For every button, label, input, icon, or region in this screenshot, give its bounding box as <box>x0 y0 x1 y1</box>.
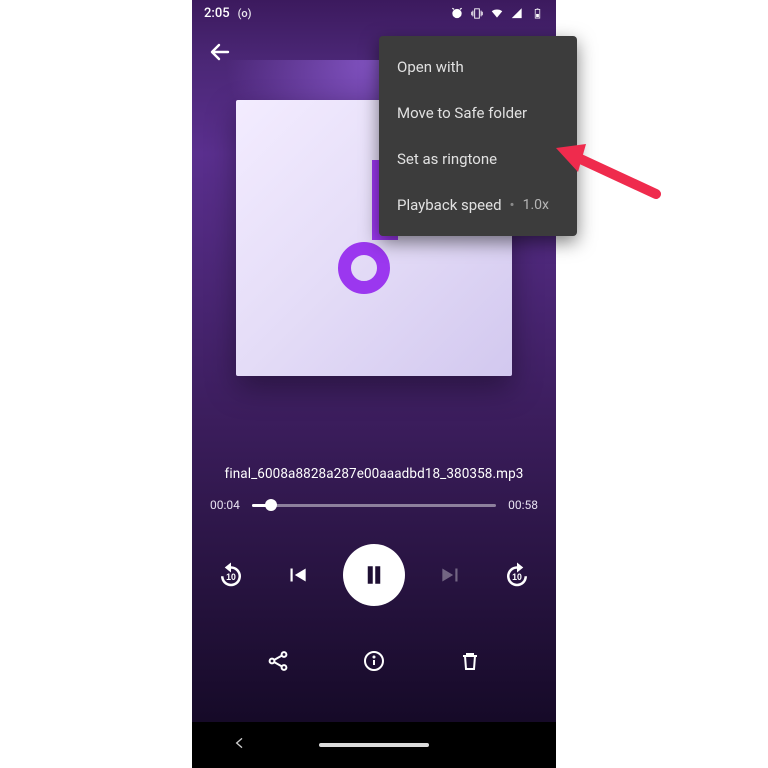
status-time: 2:05 <box>204 6 230 21</box>
share-button[interactable] <box>263 646 293 676</box>
status-bar: 2:05 (o) <box>192 0 556 26</box>
transport-controls: 10 10 <box>192 544 556 606</box>
svg-text:10: 10 <box>226 572 236 582</box>
seek-thumb[interactable] <box>265 499 277 511</box>
menu-open-with-label: Open with <box>397 58 464 76</box>
seek-track[interactable] <box>252 504 496 507</box>
status-left-indicator: (o) <box>238 7 252 20</box>
nav-home-pill[interactable] <box>319 743 429 748</box>
alarm-icon <box>450 6 464 20</box>
overflow-menu: Open with Move to Safe folder Set as rin… <box>379 36 577 236</box>
rewind-10-button[interactable]: 10 <box>211 555 251 595</box>
svg-text:10: 10 <box>512 572 522 582</box>
menu-open-with[interactable]: Open with <box>379 44 577 90</box>
menu-playback-speed-label: Playback speed <box>397 196 502 214</box>
bottom-actions <box>192 646 556 676</box>
next-button[interactable] <box>431 555 471 595</box>
status-right <box>450 6 544 20</box>
menu-set-ringtone-label: Set as ringtone <box>397 150 497 168</box>
menu-move-safe-label: Move to Safe folder <box>397 104 527 122</box>
battery-icon <box>530 6 544 20</box>
seek-bar-row: 00:04 00:58 <box>210 498 538 512</box>
previous-button[interactable] <box>277 555 317 595</box>
status-left: 2:05 (o) <box>204 6 252 21</box>
elapsed-time: 00:04 <box>210 498 240 512</box>
menu-playback-speed[interactable]: Playback speed • 1.0x <box>379 182 577 228</box>
wifi-icon <box>490 6 504 20</box>
info-button[interactable] <box>359 646 389 676</box>
menu-move-safe-folder[interactable]: Move to Safe folder <box>379 90 577 136</box>
signal-icon <box>510 6 524 20</box>
system-nav-bar <box>192 722 556 768</box>
vibrate-icon <box>470 6 484 20</box>
pause-button[interactable] <box>343 544 405 606</box>
menu-set-ringtone[interactable]: Set as ringtone <box>379 136 577 182</box>
nav-back-icon[interactable] <box>232 735 248 755</box>
menu-separator-dot: • <box>510 196 515 214</box>
annotation-arrow-icon <box>556 144 666 208</box>
forward-10-button[interactable]: 10 <box>497 555 537 595</box>
track-filename: final_6008a8828a287e00aaadbd18_380358.mp… <box>192 466 556 482</box>
music-note-icon <box>338 242 390 294</box>
total-time: 00:58 <box>508 498 538 512</box>
delete-button[interactable] <box>455 646 485 676</box>
back-button[interactable] <box>204 36 236 68</box>
menu-playback-speed-value: 1.0x <box>523 197 549 213</box>
